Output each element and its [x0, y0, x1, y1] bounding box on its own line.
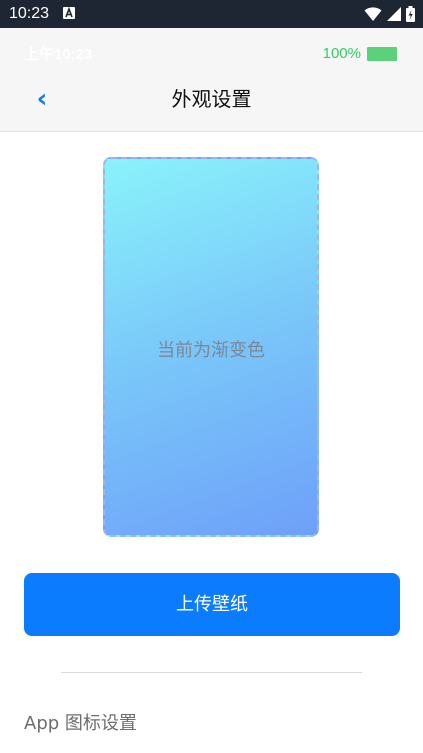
battery-percentage: 100% [322, 45, 361, 62]
appearance-settings-screen: 10:23 上午10:23 100% ‹ 外观设置 当前为渐变色 上传壁纸 Ap… [0, 0, 423, 753]
cell-signal-icon [387, 7, 401, 21]
page-title: 外观设置 [171, 87, 252, 111]
system-icons [360, 6, 415, 22]
system-time: 10:23 [9, 5, 50, 22]
battery-icon [406, 6, 415, 22]
app-icon-settings-title: App 图标设置 [24, 713, 137, 734]
battery-full-icon [367, 47, 397, 61]
section-divider [61, 672, 362, 673]
upload-wallpaper-button[interactable]: 上传壁纸 [24, 573, 400, 636]
app-header: 上午10:23 100% ‹ 外观设置 [0, 28, 423, 132]
text-a-icon [63, 7, 75, 19]
preview-status-text: 当前为渐变色 [157, 340, 265, 361]
wallpaper-preview[interactable]: 当前为渐变色 [103, 157, 319, 537]
system-status-bar: 10:23 [0, 0, 423, 28]
header-status-time: 上午10:23 [24, 46, 93, 63]
wifi-icon [364, 7, 382, 21]
